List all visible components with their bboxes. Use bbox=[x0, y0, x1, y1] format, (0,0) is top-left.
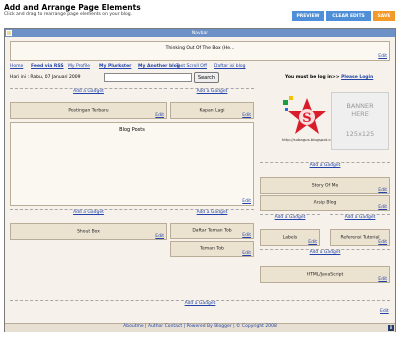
banner-line1: BANNER bbox=[346, 102, 374, 110]
clear-edits-button[interactable]: CLEAR EDITS bbox=[326, 11, 371, 21]
gadget-title: Arsip Blog bbox=[313, 200, 337, 206]
edit-link[interactable]: Edit bbox=[378, 277, 387, 282]
add-gadget-link[interactable]: Add a Gadget bbox=[260, 163, 390, 168]
edit-link[interactable]: Edit bbox=[242, 233, 251, 238]
nav-link-plurk[interactable]: My Plurkster bbox=[99, 64, 131, 69]
gadget-title: Postingan Terbaru bbox=[68, 108, 109, 113]
header-edit-link[interactable]: Edit bbox=[378, 54, 387, 59]
nav-link-another-blog[interactable]: My Another blog bbox=[138, 64, 180, 69]
edit-link[interactable]: Edit bbox=[378, 240, 387, 245]
save-button[interactable]: SAVE bbox=[373, 11, 395, 21]
logo-caption: http://subagus.blogspot.com bbox=[282, 137, 337, 142]
add-gadget-link[interactable]: Add a Gadget bbox=[260, 250, 390, 255]
edit-link[interactable]: Edit bbox=[378, 188, 387, 193]
add-gadget-link[interactable]: Add a Gadget bbox=[10, 89, 167, 94]
page-subtitle: Click and drag to rearrange page element… bbox=[4, 12, 133, 17]
banner-placeholder: BANNER HERE 125x125 bbox=[331, 92, 389, 150]
gadget-daftar-teman[interactable]: Daftar Teman Tob Edit bbox=[170, 223, 254, 239]
date-info: Hari ini : Rabu, 07 Januari 2009 bbox=[10, 75, 81, 80]
login-text: You must be log in>> Please Login bbox=[285, 75, 373, 80]
gadget-teman-tob[interactable]: Teman Tob Edit bbox=[170, 241, 254, 257]
gadget-postingan-terbaru[interactable]: Postingan Terbaru Edit bbox=[10, 102, 167, 119]
edit-link[interactable]: Edit bbox=[155, 113, 164, 118]
add-gadget-link[interactable]: Add a Gadget bbox=[330, 215, 390, 220]
gadget-title: Kapan Lagi bbox=[199, 108, 225, 113]
gadget-shout-box[interactable]: Shout Box Edit bbox=[10, 223, 167, 240]
footer-text[interactable]: Aboutme | Author Contact | Powered By Bl… bbox=[0, 324, 400, 329]
blog-posts-title: Blog Posts bbox=[119, 127, 145, 133]
gadget-arsip-blog[interactable]: Arsip Blog Edit bbox=[260, 195, 390, 211]
banner-line2: HERE bbox=[351, 110, 369, 118]
banner-size: 125x125 bbox=[345, 130, 375, 138]
edit-link[interactable]: Edit bbox=[378, 205, 387, 210]
blogger-icon: B bbox=[388, 325, 394, 331]
edit-link[interactable]: Edit bbox=[242, 199, 251, 204]
blog-logo-image: S bbox=[283, 96, 326, 134]
gadget-labels[interactable]: Labels Edit bbox=[260, 229, 320, 246]
add-gadget-link[interactable]: Add a Gadget bbox=[260, 215, 320, 220]
login-link[interactable]: Please Login bbox=[341, 75, 373, 80]
edit-link[interactable]: Edit bbox=[155, 234, 164, 239]
gadget-title: Shout Box bbox=[77, 229, 100, 234]
add-gadget-link[interactable]: Add a Gadget bbox=[170, 210, 254, 215]
gadget-title: Teman Tob bbox=[200, 246, 224, 252]
navbar-icon bbox=[6, 30, 12, 36]
nav-link-profile[interactable]: My Profile bbox=[68, 64, 90, 69]
edit-link[interactable]: Edit bbox=[242, 113, 251, 118]
search-input[interactable] bbox=[104, 73, 192, 82]
blog-posts-gadget[interactable]: Blog Posts Edit bbox=[10, 122, 254, 206]
edit-link[interactable]: Edit bbox=[380, 309, 389, 314]
gadget-html-javascript[interactable]: HTML/JavaScript Edit bbox=[260, 266, 390, 283]
search-button[interactable]: Search bbox=[194, 72, 219, 83]
nav-link-home[interactable]: Home bbox=[10, 64, 23, 69]
logo-letter: S bbox=[302, 111, 311, 126]
gadget-referensi-tutorial[interactable]: Referensi Tutorial Edit bbox=[330, 229, 390, 246]
navbar-label: Navbar bbox=[191, 30, 209, 36]
login-question: You must be log in>> bbox=[285, 75, 340, 80]
page-title: Add and Arrange Page Elements bbox=[4, 3, 141, 12]
add-gadget-link[interactable]: Add a Gadget bbox=[170, 89, 254, 94]
edit-link[interactable]: Edit bbox=[242, 251, 251, 256]
gadget-title: Daftar Teman Tob bbox=[192, 228, 232, 234]
gadget-story-of-me[interactable]: Story Of Me Edit bbox=[260, 177, 390, 194]
nav-link-text-scroll[interactable]: Text Scroll Off bbox=[176, 64, 207, 69]
add-gadget-link[interactable]: Add a Gadget bbox=[10, 301, 390, 306]
gadget-title: Story Of Me bbox=[311, 183, 339, 188]
edit-link[interactable]: Edit bbox=[308, 240, 317, 245]
add-gadget-link[interactable]: Add a Gadget bbox=[10, 210, 167, 215]
gadget-kapan-lagi[interactable]: Kapan Lagi Edit bbox=[170, 102, 254, 119]
nav-link-feed[interactable]: Feed via RSS bbox=[31, 64, 64, 69]
preview-button[interactable]: PREVIEW bbox=[292, 11, 324, 21]
header-title: Thinking Out Of The Box (He... bbox=[165, 46, 235, 51]
gadget-title: HTML/JavaScript bbox=[306, 272, 344, 277]
header-gadget[interactable]: Thinking Out Of The Box (He... Edit bbox=[10, 41, 390, 61]
navbar[interactable]: Navbar bbox=[5, 29, 395, 37]
nav-link-daftar-isi[interactable]: Daftar isi blog bbox=[214, 64, 246, 69]
